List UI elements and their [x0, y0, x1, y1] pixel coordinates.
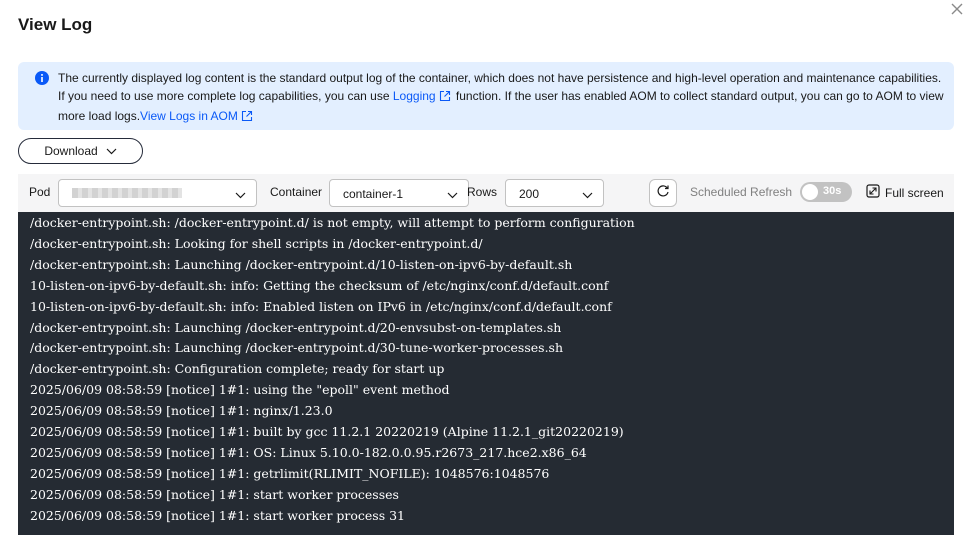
rows-value: 200: [519, 187, 540, 201]
pod-value-redacted: [72, 188, 182, 198]
toggle-knob: [802, 184, 818, 200]
log-line: /docker-entrypoint.sh: /docker-entrypoin…: [30, 215, 635, 230]
log-line: 2025/06/09 08:58:59 [notice] 1#1: getrli…: [30, 465, 550, 481]
container-value: container-1: [343, 187, 404, 201]
full-screen-label: Full screen: [885, 185, 944, 200]
chevron-down-icon: [582, 188, 593, 202]
pod-select[interactable]: [58, 179, 257, 207]
download-label: Download: [44, 144, 98, 158]
scheduled-refresh-label: Scheduled Refresh: [690, 185, 793, 199]
external-link-icon[interactable]: [241, 109, 253, 127]
refresh-button[interactable]: [649, 179, 677, 207]
refresh-interval: 30s: [823, 185, 842, 197]
logging-link[interactable]: Logging: [393, 89, 436, 103]
full-screen-button[interactable]: Full screen: [866, 184, 944, 201]
log-line: /docker-entrypoint.sh: Launching /docker…: [30, 340, 564, 356]
close-icon[interactable]: [950, 2, 964, 16]
chevron-down-icon: [235, 188, 246, 202]
scheduled-refresh-toggle[interactable]: 30s: [800, 182, 852, 202]
log-line: /docker-entrypoint.sh: Looking for shell…: [30, 235, 483, 251]
log-line: 2025/06/09 08:58:59 [notice] 1#1: nginx/…: [30, 403, 333, 419]
log-line: /docker-entrypoint.sh: Configuration com…: [30, 361, 445, 377]
download-button[interactable]: Download: [18, 138, 143, 164]
log-line: 10-listen-on-ipv6-by-default.sh: info: E…: [30, 298, 612, 314]
notice-text: The currently displayed log content is t…: [58, 69, 944, 127]
container-label: Container: [270, 185, 323, 199]
dialog-title: View Log: [18, 15, 93, 34]
view-logs-in-aom-link[interactable]: View Logs in AOM: [140, 109, 238, 123]
log-line: 2025/06/09 08:58:59 [notice] 1#1: start …: [30, 486, 399, 502]
log-console[interactable]: /docker-entrypoint.sh: /docker-entrypoin…: [18, 212, 954, 535]
log-line: 2025/06/09 08:58:59 [notice] 1#1: start …: [30, 507, 406, 523]
refresh-icon: [656, 184, 670, 203]
full-screen-icon: [866, 184, 880, 201]
chevron-down-icon: [447, 188, 458, 202]
log-line: /docker-entrypoint.sh: Launching /docker…: [30, 319, 562, 335]
rows-label: Rows: [467, 185, 498, 199]
info-notice: The currently displayed log content is t…: [18, 62, 954, 130]
log-line: /docker-entrypoint.sh: Launching /docker…: [30, 256, 573, 272]
log-toolbar: Pod Container container-1 Rows 200 Sched…: [18, 174, 954, 212]
log-line: 2025/06/09 08:58:59 [notice] 1#1: built …: [30, 424, 624, 439]
rows-select[interactable]: 200: [505, 179, 604, 207]
container-select[interactable]: container-1: [329, 179, 469, 207]
chevron-down-icon: [106, 144, 117, 158]
log-line: 10-listen-on-ipv6-by-default.sh: info: G…: [30, 277, 609, 293]
log-line: 2025/06/09 08:58:59 [notice] 1#1: using …: [30, 382, 450, 398]
info-icon: [35, 71, 49, 85]
pod-label: Pod: [29, 185, 51, 199]
log-line: 2025/06/09 08:58:59 [notice] 1#1: OS: Li…: [30, 444, 587, 460]
external-link-icon[interactable]: [439, 89, 451, 107]
